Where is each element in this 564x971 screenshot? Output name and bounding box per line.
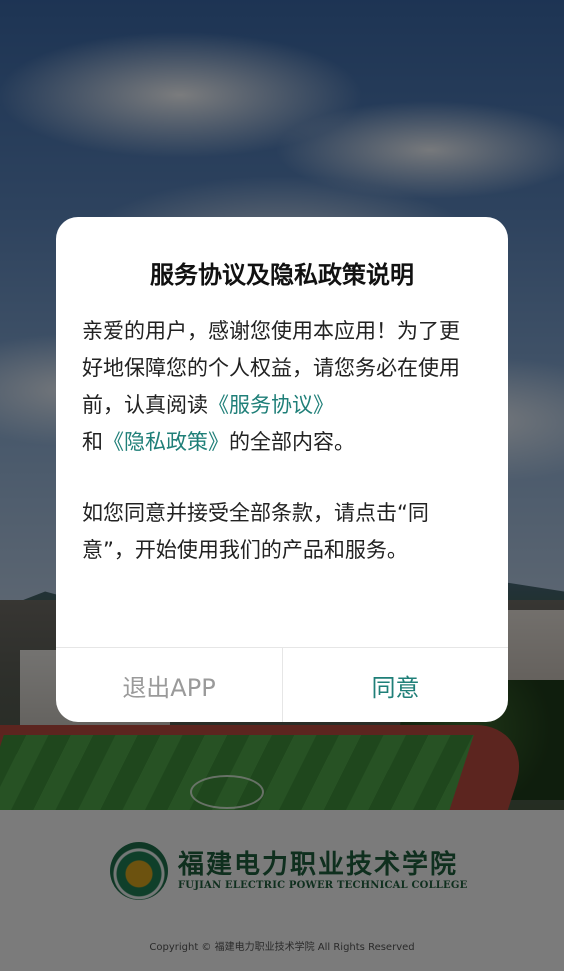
exit-app-button[interactable]: 退出APP: [56, 648, 282, 722]
dialog-body: 亲爱的用户，感谢您使用本应用！为了更好地保障您的个人权益，请您务必在使用前，认真…: [82, 313, 478, 569]
privacy-dialog: 服务协议及隐私政策说明 亲爱的用户，感谢您使用本应用！为了更好地保障您的个人权益…: [56, 217, 508, 722]
full-content-text: 的全部内容。: [229, 430, 355, 454]
service-agreement-link[interactable]: 《服务协议》: [208, 393, 334, 417]
dialog-actions: 退出APP 同意: [56, 647, 508, 722]
privacy-policy-link[interactable]: 《隐私政策》: [103, 430, 229, 454]
agree-button[interactable]: 同意: [282, 648, 508, 722]
dialog-paragraph-2: 如您同意并接受全部条款，请点击“同意”，开始使用我们的产品和服务。: [82, 501, 429, 562]
dialog-title: 服务协议及隐私政策说明: [150, 261, 414, 289]
and-text: 和: [82, 430, 103, 454]
dialog-paragraph-1: 亲爱的用户，感谢您使用本应用！为了更好地保障您的个人权益，请您务必在使用前，认真…: [82, 313, 478, 461]
